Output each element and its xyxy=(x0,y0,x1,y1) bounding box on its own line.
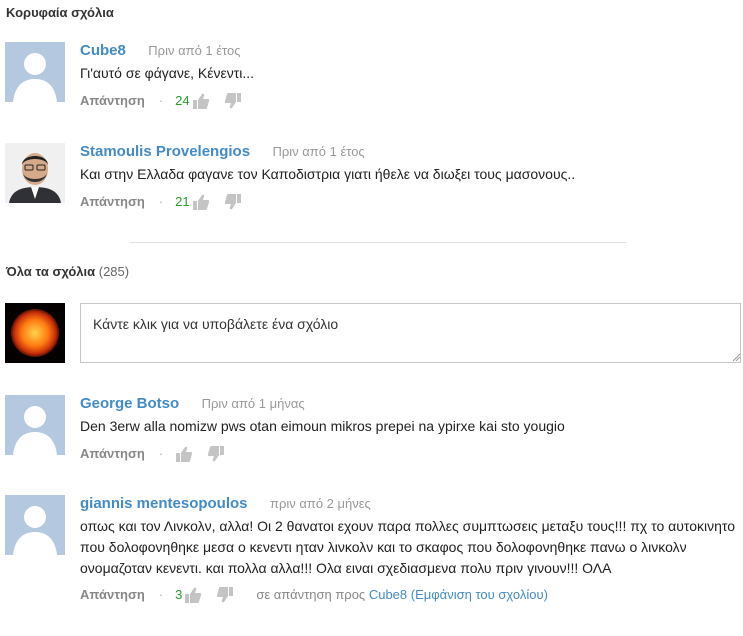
comment-author-link[interactable]: giannis mentesopoulos xyxy=(80,495,248,512)
comment-count: (285) xyxy=(98,264,130,279)
comment-author-link[interactable]: Stamoulis Provelengios xyxy=(80,143,250,160)
vote-count: 24 xyxy=(175,93,190,108)
thumbs-up-icon[interactable] xyxy=(175,445,193,463)
comment-text: Γι'αυτό σε φάγανε, Κένεντι... xyxy=(80,65,255,81)
thumbs-up-icon[interactable] xyxy=(184,586,202,604)
comment-text: Και στην Ελλαδα φαγανε τον Καποδιστρια γ… xyxy=(80,166,576,182)
comment-author-link[interactable]: Cube8 xyxy=(80,42,126,59)
vote-count: 21 xyxy=(175,194,190,209)
photo-avatar[interactable] xyxy=(5,143,65,203)
default-avatar[interactable] xyxy=(5,495,65,555)
all-comments-title: Όλα τα σχόλια (285) xyxy=(6,264,129,279)
vote-count: 3 xyxy=(175,587,183,602)
all-comments-label: Όλα τα σχόλια xyxy=(6,264,96,279)
reply-button[interactable]: Απάντηση xyxy=(80,585,145,605)
default-avatar[interactable] xyxy=(5,42,65,102)
reply-button[interactable]: Απάντηση xyxy=(80,91,145,111)
reply-to-prefix: σε απάντηση προς xyxy=(256,587,366,602)
separator-dot: · xyxy=(158,587,164,602)
default-avatar[interactable] xyxy=(5,395,65,455)
resize-grip-icon[interactable] xyxy=(731,352,741,362)
comment-timestamp[interactable]: πριν από 2 μήνες xyxy=(270,496,371,511)
comment-author-link[interactable]: George Botso xyxy=(80,395,179,412)
thumbs-down-icon[interactable] xyxy=(224,193,242,211)
thumbs-down-icon[interactable] xyxy=(224,92,242,110)
thumbs-down-icon[interactable] xyxy=(207,445,225,463)
reply-button[interactable]: Απάντηση xyxy=(80,444,145,464)
reply-to-author-link[interactable]: Cube8 xyxy=(369,587,407,602)
show-comment-link[interactable]: (Εμφάνιση του σχολίου) xyxy=(411,587,548,602)
comment-text: Den 3erw alla nomizw pws otan eimoun mik… xyxy=(80,418,565,434)
comment-timestamp[interactable]: Πριν από 1 έτος xyxy=(148,43,240,58)
comment-input[interactable]: Κάντε κλικ για να υποβάλετε ένα σχόλιο xyxy=(80,303,741,363)
separator-dot: · xyxy=(158,446,164,461)
comment-text: οπως και τον Λινκολν, αλλα! Οι 2 θανατοι… xyxy=(80,518,736,576)
separator-dot: · xyxy=(158,93,164,108)
separator-dot: · xyxy=(158,194,164,209)
user-avatar-sun xyxy=(5,303,65,363)
thumbs-down-icon[interactable] xyxy=(216,586,234,604)
section-divider xyxy=(130,242,627,243)
top-comments-title: Κορυφαία σχόλια xyxy=(6,5,114,20)
comment-timestamp[interactable]: Πριν από 1 μήνας xyxy=(202,396,305,411)
thumbs-up-icon[interactable] xyxy=(192,92,210,110)
reply-button[interactable]: Απάντηση xyxy=(80,192,145,212)
comment-timestamp[interactable]: Πριν από 1 έτος xyxy=(273,144,365,159)
reply-to-info: σε απάντηση προς Cube8 (Εμφάνιση του σχο… xyxy=(256,585,548,605)
thumbs-up-icon[interactable] xyxy=(192,193,210,211)
comment-composer: Κάντε κλικ για να υποβάλετε ένα σχόλιο xyxy=(5,303,743,365)
